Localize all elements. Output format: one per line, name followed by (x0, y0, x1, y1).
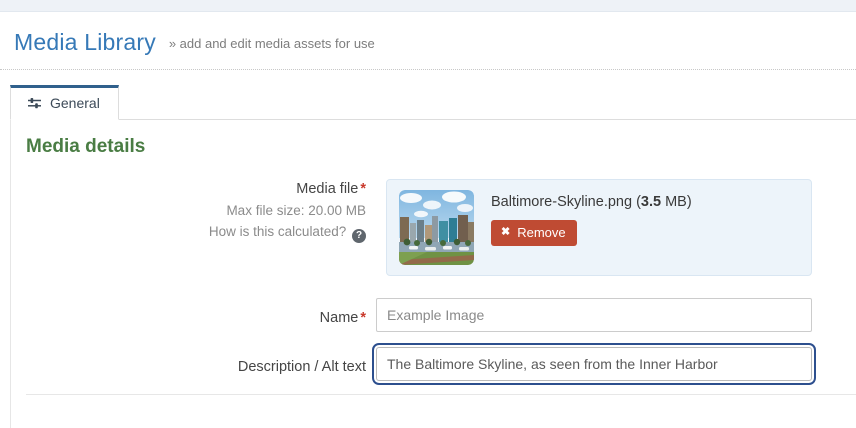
description-label: Description / Alt text (237, 359, 366, 375)
help-link[interactable]: How is this calculated? (209, 224, 346, 239)
file-name-text: Baltimore-Skyline.png (491, 194, 633, 210)
description-label-col: Description / Alt text (26, 347, 366, 378)
sliders-icon (27, 96, 42, 110)
tab-bar: General (10, 85, 856, 120)
bottom-divider (26, 394, 856, 395)
file-size-open: ( (632, 194, 641, 210)
media-file-required-asterisk: * (360, 181, 366, 197)
help-line: How is this calculated? ? (26, 221, 366, 243)
tab-label: General (50, 95, 100, 111)
media-file-control-col: Baltimore-Skyline.png (3.5 MB) ✖ Remove (376, 179, 812, 276)
max-file-size-note: Max file size: 20.00 MB (226, 203, 366, 218)
page-subtitle: » add and edit media assets for use (168, 36, 375, 51)
remove-file-button[interactable]: ✖ Remove (491, 220, 577, 246)
media-thumbnail (399, 190, 474, 265)
name-row: Name * (26, 298, 856, 332)
file-name: Baltimore-Skyline.png (3.5 MB) (491, 194, 692, 210)
media-file-row: Media file * Max file size: 20.00 MB How … (26, 179, 856, 276)
media-file-label-text: Media file (296, 181, 359, 197)
top-toolbar-strip (0, 0, 856, 12)
name-input[interactable] (376, 298, 812, 332)
page-header: Media Library » add and edit media asset… (0, 12, 856, 70)
media-file-label: Media file * (26, 179, 366, 200)
name-required-asterisk: * (360, 310, 366, 326)
media-file-label-col: Media file * Max file size: 20.00 MB How … (26, 179, 366, 243)
remove-x-icon: ✖ (501, 226, 511, 238)
file-size-close: MB) (661, 194, 692, 210)
description-input[interactable] (372, 343, 816, 385)
file-preview-box: Baltimore-Skyline.png (3.5 MB) ✖ Remove (386, 179, 812, 276)
name-label-text: Name (319, 310, 359, 326)
tab-general[interactable]: General (10, 85, 119, 120)
question-circle-icon[interactable]: ? (352, 229, 366, 243)
tab-content-panel: Media details Media file * Max file size:… (10, 120, 856, 428)
name-label: Name * (320, 310, 366, 326)
section-heading: Media details (26, 136, 146, 157)
page-title: Media Library (14, 29, 156, 55)
remove-button-label: Remove (517, 225, 566, 240)
description-control-col (372, 343, 816, 385)
media-library-page: Media Library » add and edit media asset… (0, 0, 856, 428)
description-row: Description / Alt text (26, 343, 856, 385)
file-meta: Baltimore-Skyline.png (3.5 MB) ✖ Remove (491, 190, 692, 246)
name-control-col (376, 298, 812, 332)
name-label-col: Name * (26, 298, 366, 329)
file-size-value: 3.5 (640, 194, 662, 210)
